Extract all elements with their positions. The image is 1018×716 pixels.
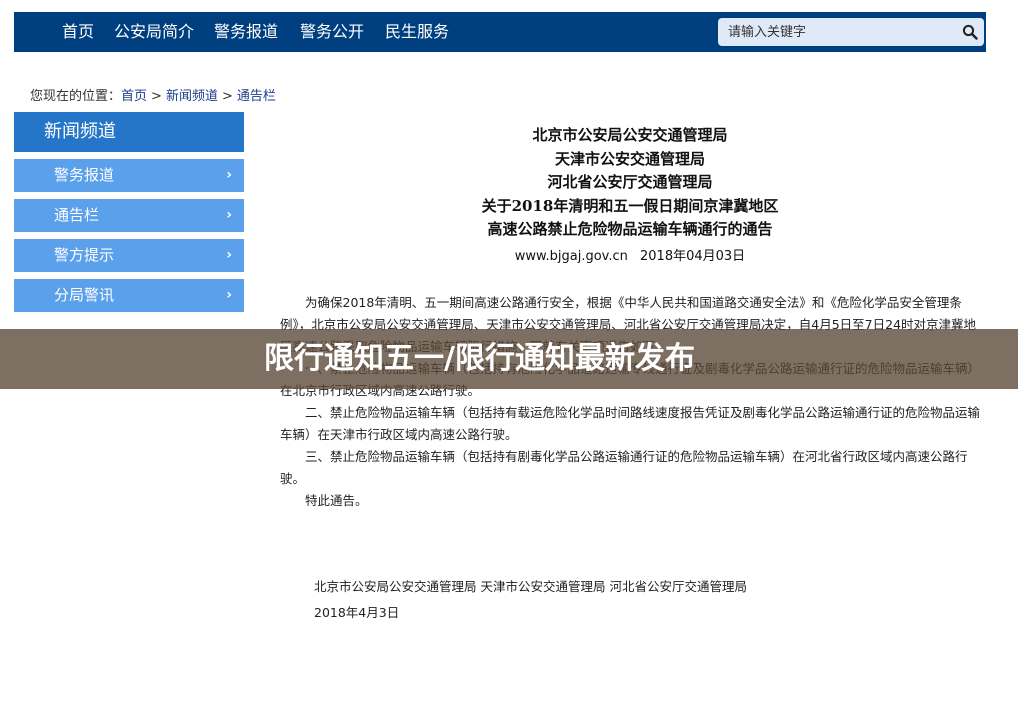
chevron-right-icon: › (226, 207, 232, 223)
signature-issuers: 北京市公安局公安交通管理局 天津市公安交通管理局 河北省公安厅交通管理局 (314, 578, 747, 594)
article-source: www.bjgaj.gov.cn (514, 248, 628, 264)
nav-bureau-intro[interactable]: 公安局简介 (114, 12, 194, 52)
nav-public-services[interactable]: 民生服务 (385, 12, 449, 52)
title-banner: 限行通知五一/限行通知最新发布 (0, 329, 1018, 389)
article-heading: 北京市公安局公安交通管理局 天津市公安交通管理局 河北省公安厅交通管理局 关于2… (280, 124, 980, 242)
chevron-right-icon: › (226, 247, 232, 263)
sidebar-item-label: 警务报道 (54, 166, 115, 184)
sidebar-item-police-reports[interactable]: 警务报道 › (14, 159, 244, 192)
search-input[interactable] (728, 22, 948, 42)
article-meta: www.bjgaj.gov.cn 2018年04月03日 (280, 245, 980, 264)
heading-line: 天津市公安交通管理局 (554, 149, 705, 168)
top-navigation: 首页 公安局简介 警务报道 警务公开 民生服务 (14, 12, 986, 52)
signature-date: 2018年4月3日 (314, 604, 400, 620)
heading-line: 北京市公安局公安交通管理局 (532, 126, 728, 144)
sidebar-item-label: 分局警讯 (54, 286, 115, 304)
article-date: 2018年04月03日 (640, 248, 746, 264)
article-paragraph: 二、禁止危险物品运输车辆（包括持有载运危险化学品时间路线速度报告凭证及剧毒化学品… (280, 404, 981, 442)
nav-police-disclosure[interactable]: 警务公开 (300, 12, 364, 52)
sidebar-item-notices[interactable]: 通告栏 › (14, 199, 244, 232)
sidebar-item-branch-news[interactable]: 分局警讯 › (14, 279, 244, 312)
sidebar-item-police-tips[interactable]: 警方提示 › (14, 239, 244, 272)
breadcrumb-notices[interactable]: 通告栏 (237, 89, 276, 104)
heading-line: 关于2018年清明和五一假日期间京津冀地区 (481, 196, 779, 215)
article-signature: 北京市公安局公安交通管理局 天津市公安交通管理局 河北省公安厅交通管理局 201… (280, 574, 980, 626)
sidebar-item-label: 警方提示 (54, 246, 115, 264)
search-icon[interactable] (962, 24, 978, 40)
breadcrumb-separator: > (151, 89, 162, 104)
search-box (718, 18, 984, 46)
nav-home[interactable]: 首页 (62, 12, 94, 52)
sidebar-title: 新闻频道 (14, 112, 244, 152)
heading-line: 河北省公安厅交通管理局 (547, 173, 713, 191)
article-body: 为确保2018年清明、五一期间高速公路通行安全，根据《中华人民共和国道路交通安全… (280, 292, 980, 512)
chevron-right-icon: › (226, 167, 232, 183)
banner-title: 限行通知五一/限行通知最新发布 (264, 341, 695, 376)
breadcrumb-home[interactable]: 首页 (121, 89, 147, 104)
breadcrumb-news[interactable]: 新闻频道 (166, 89, 218, 104)
nav-police-reports[interactable]: 警务报道 (214, 12, 278, 52)
breadcrumb-prefix: 您现在的位置： (30, 89, 122, 104)
breadcrumb: 您现在的位置：首页 > 新闻频道 > 通告栏 (30, 85, 276, 104)
heading-line: 高速公路禁止危险物品运输车辆通行的通告 (487, 220, 773, 238)
sidebar-item-label: 通告栏 (54, 206, 100, 224)
chevron-right-icon: › (226, 287, 232, 303)
breadcrumb-separator: > (221, 89, 233, 104)
article-paragraph: 特此通告。 (305, 492, 368, 508)
article-paragraph: 三、禁止危险物品运输车辆（包括持有剧毒化学品公路运输通行证的危险物品运输车辆）在… (280, 448, 968, 486)
